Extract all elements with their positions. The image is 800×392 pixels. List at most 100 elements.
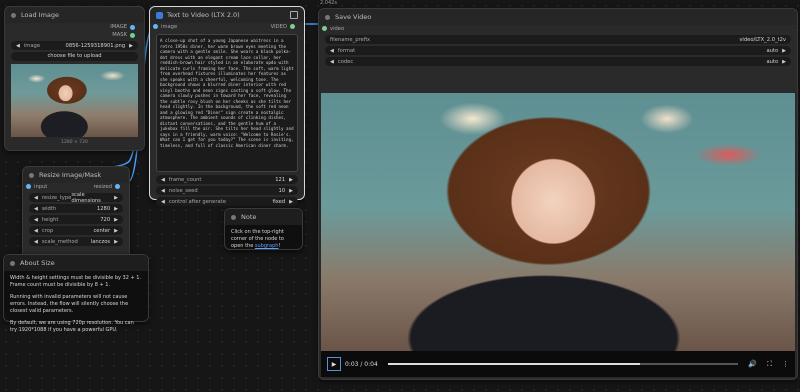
load-image-node[interactable]: Load Image IMAGE MASK ◀ image 0856-125931… xyxy=(4,6,145,151)
node-title: Note xyxy=(241,213,257,221)
widget-value: auto xyxy=(766,58,779,65)
right-arrow-icon[interactable]: ▶ xyxy=(782,59,786,65)
height-widget[interactable]: ◀ height 720 ▶ xyxy=(29,215,123,224)
collapse-dot-icon[interactable] xyxy=(325,14,330,20)
widget-label: crop xyxy=(41,227,54,234)
mask-socket-icon[interactable] xyxy=(130,32,135,38)
text-to-video-node[interactable]: Text to Video (LTX 2.0) image VIDEO A cl… xyxy=(149,6,305,206)
widget-value: lanczos xyxy=(90,238,111,245)
widget-value: 720 xyxy=(100,216,111,223)
input-socket-icon[interactable] xyxy=(26,184,31,189)
t2v-io: image VIDEO xyxy=(150,23,304,31)
width-widget[interactable]: ◀ width 1280 ▶ xyxy=(29,204,123,213)
collapse-dot-icon[interactable] xyxy=(29,172,34,178)
right-arrow-icon[interactable]: ▶ xyxy=(289,177,293,183)
output-socket-icon[interactable] xyxy=(115,184,120,189)
left-arrow-icon[interactable]: ◀ xyxy=(161,177,165,183)
noise-seed-widget[interactable]: ◀ noise_seed 10 ▶ xyxy=(156,186,298,195)
note-node[interactable]: Note Click on the top-right corner of th… xyxy=(224,208,303,250)
resize-node[interactable]: Resize Image/Mask input resized ◀ resize_… xyxy=(22,166,130,260)
about-size-node[interactable]: About Size Width & height settings must … xyxy=(3,254,149,333)
resize-type-widget[interactable]: ◀ resize_type scale dimensions ▶ xyxy=(29,191,123,204)
right-arrow-icon[interactable]: ▶ xyxy=(114,228,118,234)
control-after-generate-widget[interactable]: ◀ control after generate fixed ▶ xyxy=(156,197,298,206)
open-subgraph-icon[interactable] xyxy=(290,11,298,19)
widget-label: frame_count xyxy=(168,176,202,183)
about-title-bar[interactable]: About Size xyxy=(4,255,148,271)
frame-count-widget[interactable]: ◀ frame_count 121 ▶ xyxy=(156,175,298,184)
image-socket-icon[interactable] xyxy=(130,24,135,30)
node-title: Save Video xyxy=(335,13,372,21)
output-label: resized xyxy=(93,184,112,190)
about-text: Width & height settings must be divisibl… xyxy=(4,271,148,343)
widget-value: center xyxy=(93,227,111,234)
save-video-node[interactable]: Save Video video filename_prefix video/L… xyxy=(318,8,798,380)
left-arrow-icon[interactable]: ◀ xyxy=(34,217,38,223)
fullscreen-icon[interactable]: ⛶ xyxy=(767,360,772,369)
t2v-title-bar[interactable]: Text to Video (LTX 2.0) xyxy=(150,7,304,23)
right-arrow-icon[interactable]: ▶ xyxy=(289,188,293,194)
left-arrow-icon[interactable]: ◀ xyxy=(34,195,38,201)
left-arrow-icon[interactable]: ◀ xyxy=(34,228,38,234)
video-frame xyxy=(321,93,795,351)
codec-widget[interactable]: ◀ codec auto ▶ xyxy=(325,57,791,66)
crop-widget[interactable]: ◀ crop center ▶ xyxy=(29,226,123,235)
widget-label: filename_prefix xyxy=(330,36,371,43)
video-player[interactable]: ▶ 0:03 / 0:04 🔊 ⛶ ⋮ xyxy=(321,93,795,377)
widget-value: scale dimensions xyxy=(71,191,101,204)
waitress-photo xyxy=(11,64,138,137)
resize-title-bar[interactable]: Resize Image/Mask xyxy=(23,167,129,183)
filename-prefix-widget[interactable]: filename_prefix video/LTX_2.0_t2v xyxy=(325,35,791,44)
upload-button[interactable]: choose file to upload xyxy=(11,52,138,61)
execution-timer: 2.042s xyxy=(320,0,337,6)
image-select-widget[interactable]: ◀ image 0856-1259318901.png ▶ xyxy=(11,41,138,50)
right-arrow-icon[interactable]: ▶ xyxy=(782,48,786,54)
image-input-socket-icon[interactable] xyxy=(153,24,158,29)
note-title-bar[interactable]: Note xyxy=(225,209,302,225)
seek-bar[interactable] xyxy=(387,363,739,365)
output-label: VIDEO xyxy=(270,24,287,30)
widget-label: scale_method xyxy=(41,238,78,245)
about-paragraph: Running with invalid parameters will not… xyxy=(10,294,129,314)
left-arrow-icon[interactable]: ◀ xyxy=(34,239,38,245)
video-input-socket-icon[interactable] xyxy=(322,26,327,31)
left-arrow-icon[interactable]: ◀ xyxy=(16,43,20,49)
resize-io: input resized xyxy=(23,183,129,191)
subgraph-link[interactable]: subgraph xyxy=(255,243,279,249)
collapse-dot-icon[interactable] xyxy=(11,12,16,18)
prompt-textarea[interactable]: A close-up shot of a young Japanese wait… xyxy=(156,34,298,172)
widget-value: video/LTX_2.0_t2v xyxy=(739,36,786,43)
note-text: Click on the top-right corner of the nod… xyxy=(225,225,302,254)
left-arrow-icon[interactable]: ◀ xyxy=(330,48,334,54)
video-output-socket-icon[interactable] xyxy=(290,24,295,29)
left-arrow-icon[interactable]: ◀ xyxy=(34,206,38,212)
video-controls: ▶ 0:03 / 0:04 🔊 ⛶ ⋮ xyxy=(321,351,795,377)
widget-value: 1280 xyxy=(96,205,111,212)
scale-method-widget[interactable]: ◀ scale_method lanczos ▶ xyxy=(29,237,123,246)
right-arrow-icon[interactable]: ▶ xyxy=(114,239,118,245)
volume-icon[interactable]: 🔊 xyxy=(748,360,757,368)
more-options-icon[interactable]: ⋮ xyxy=(782,360,789,368)
left-arrow-icon[interactable]: ◀ xyxy=(161,199,165,205)
video-time: 0:03 / 0:04 xyxy=(345,360,378,368)
right-arrow-icon[interactable]: ▶ xyxy=(114,217,118,223)
play-icon[interactable]: ▶ xyxy=(327,357,341,371)
output-mask: MASK xyxy=(5,31,144,39)
right-arrow-icon[interactable]: ▶ xyxy=(129,43,133,49)
subgraph-icon xyxy=(156,11,163,19)
right-arrow-icon[interactable]: ▶ xyxy=(114,195,118,201)
left-arrow-icon[interactable]: ◀ xyxy=(161,188,165,194)
right-arrow-icon[interactable]: ▶ xyxy=(289,199,293,205)
preview-size: 1280 × 720 xyxy=(61,140,88,145)
collapse-dot-icon[interactable] xyxy=(10,260,15,266)
collapse-dot-icon[interactable] xyxy=(231,214,236,220)
widget-label: codec xyxy=(337,58,354,65)
widget-label: width xyxy=(41,205,57,212)
save-video-title-bar[interactable]: Save Video xyxy=(319,9,797,25)
left-arrow-icon[interactable]: ◀ xyxy=(330,59,334,65)
output-label: MASK xyxy=(112,32,127,38)
format-widget[interactable]: ◀ format auto ▶ xyxy=(325,46,791,55)
load-image-title-bar[interactable]: Load Image xyxy=(5,7,144,23)
node-title: About Size xyxy=(20,259,55,267)
right-arrow-icon[interactable]: ▶ xyxy=(114,206,118,212)
